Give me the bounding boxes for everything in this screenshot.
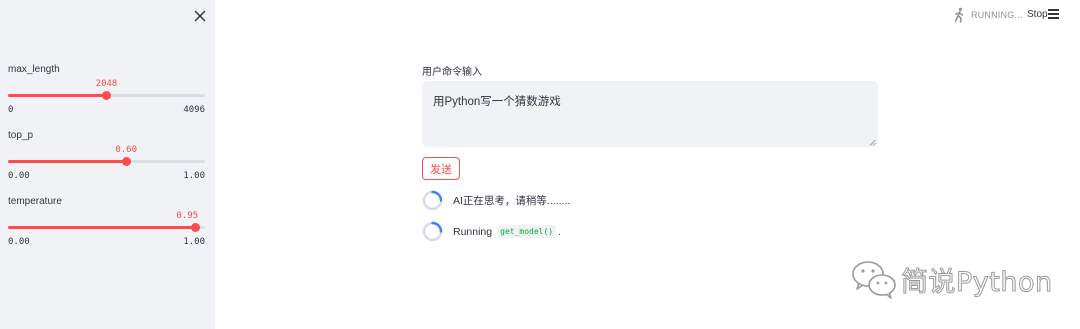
slider-value: 0.95	[176, 211, 199, 221]
stop-button[interactable]: Stop	[1027, 9, 1048, 20]
input-label: 用户命令输入	[422, 67, 482, 78]
status-prefix: Running	[453, 225, 493, 238]
slider-value: 0.60	[115, 145, 138, 155]
slider-fill	[8, 226, 196, 229]
running-status-text: RUNNING...	[971, 10, 1023, 20]
code-snippet: get_model()	[497, 225, 557, 238]
slider-thumb[interactable]	[190, 223, 200, 232]
sidebar: max_length 2048 0 4096 top_p 0.60 0.00 1…	[0, 0, 215, 329]
watermark-text: 简说Python	[901, 266, 1053, 298]
slider-track[interactable]	[8, 91, 205, 100]
slider-label: temperature	[8, 196, 62, 207]
spinner-icon	[422, 221, 443, 242]
running-man-icon	[954, 7, 964, 23]
spinner-icon	[422, 190, 443, 211]
slider-fill	[8, 94, 107, 97]
slider-min: 0.00	[8, 171, 30, 181]
slider-max: 4096	[183, 105, 205, 115]
close-sidebar-button[interactable]	[192, 8, 208, 24]
slider-label: max_length	[8, 64, 60, 75]
slider-track[interactable]	[8, 157, 205, 166]
slider-label: top_p	[8, 130, 34, 141]
status-running: Running get_model() .	[422, 221, 561, 242]
slider-fill	[8, 160, 127, 163]
slider-track[interactable]	[8, 223, 205, 232]
close-icon	[194, 10, 206, 22]
slider-max: 1.00	[183, 171, 205, 181]
hamburger-menu-icon[interactable]	[1048, 9, 1060, 20]
slider-min: 0	[8, 105, 14, 115]
status-text: AI正在思考，请稍等........	[453, 195, 571, 207]
slider-value: 2048	[95, 79, 118, 89]
slider-max: 1.00	[183, 237, 205, 247]
slider-min: 0.00	[8, 237, 30, 247]
status-suffix: .	[558, 225, 562, 238]
status-thinking: AI正在思考，请稍等........	[422, 190, 570, 211]
slider-thumb[interactable]	[121, 157, 131, 166]
send-button[interactable]: 发送	[422, 157, 460, 180]
watermark: 简说Python	[849, 258, 1053, 300]
wechat-logo-icon	[852, 261, 896, 299]
slider-thumb[interactable]	[102, 91, 111, 100]
resize-grip-icon[interactable]	[869, 139, 876, 146]
command-input[interactable]	[422, 81, 878, 147]
